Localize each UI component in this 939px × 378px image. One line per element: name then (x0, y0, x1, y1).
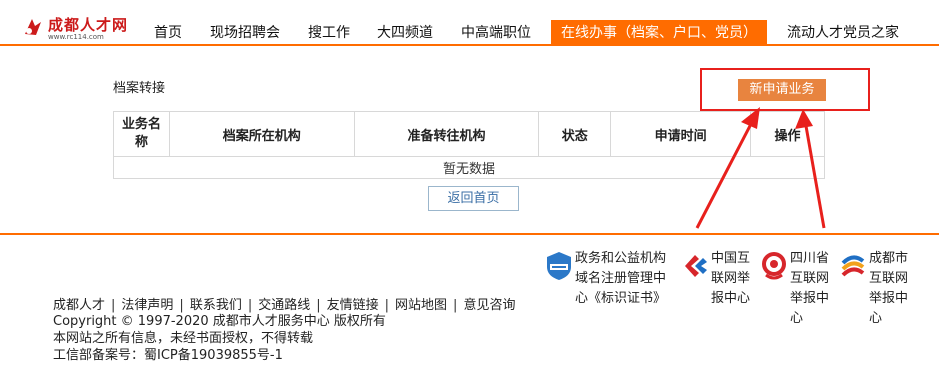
archive-transfer-table: 业务名 称 档案所在机构 准备转往机构 状态 申请时间 操作 暂无数据 (113, 111, 825, 179)
column-header-target-org: 准备转往机构 (353, 111, 540, 157)
chengdu-report-line2: 互联网 (869, 271, 909, 286)
footer-link-separator: | (316, 298, 321, 313)
empty-table-message: 暂无数据 (113, 156, 825, 179)
logo-name: 成都人才网 (48, 16, 129, 34)
china-report-line1: 中国互 (711, 251, 751, 266)
column-header-apply-time: 申请时间 (610, 111, 752, 157)
column-header-actions: 操作 (750, 111, 825, 157)
sichuan-report-line3: 举报中 (790, 291, 830, 306)
logo-url: www.rc114.com (48, 33, 104, 41)
footer-divider (0, 233, 939, 235)
new-application-button[interactable]: 新申请业务 (738, 79, 826, 101)
column-header-business-name-line2: 称 (134, 135, 148, 150)
sichuan-report-icon (762, 252, 786, 280)
footer-link-legal[interactable]: 法律声明 (121, 298, 173, 313)
sichuan-report-line4: 心 (790, 311, 804, 326)
logo-mark-icon (25, 19, 41, 35)
icp-record[interactable]: 工信部备案号：蜀ICP备19039855号-1 (53, 347, 386, 364)
footer-link-separator: | (453, 298, 458, 313)
sichuan-report-line1: 四川省 (790, 251, 830, 266)
copyright-text: Copyright © 1997-2020 成都市人才服务中心 版权所有 (53, 314, 386, 329)
footer-link-feedback[interactable]: 意见咨询 (463, 298, 515, 313)
footer-link-separator: | (384, 298, 390, 313)
table-row: 暂无数据 (113, 156, 825, 179)
china-report-icon (685, 255, 707, 277)
footer-links: 成都人才 | 法律声明 | 联系我们 | 交通路线 | 友情链接 | 网站地图 | 意见咨询 (53, 294, 515, 313)
footer-link-separator: | (179, 298, 184, 313)
nav-item-senior-channel[interactable]: 大四频道 (377, 20, 433, 46)
footer-link-separator: | (111, 298, 116, 313)
nav-item-online-services[interactable]: 在线办事（档案、户口、党员） (551, 20, 767, 46)
nav-item-search-jobs[interactable]: 搜工作 (308, 20, 350, 46)
nav-item-party-member-home[interactable]: 流动人才党员之家 (787, 20, 899, 46)
footer-link-friends[interactable]: 友情链接 (327, 298, 379, 313)
page-title: 档案转接 (113, 81, 166, 96)
sichuan-report-line2: 互联网 (790, 271, 830, 286)
gov-badge-line1: 政务和公益机构 (575, 251, 667, 266)
gov-badge-icon (547, 252, 571, 280)
footer-link-contact[interactable]: 联系我们 (190, 298, 242, 313)
column-header-status: 状态 (538, 111, 612, 157)
site-header: 成都人才网 www.rc114.com 首页 现场招聘会 搜工作 大四频道 中高… (0, 0, 939, 46)
nav-item-job-fair[interactable]: 现场招聘会 (210, 20, 280, 46)
chengdu-report-line4: 心 (869, 311, 883, 326)
back-to-home-button[interactable]: 返回首页 (428, 186, 519, 211)
china-report-line2: 联网举 (711, 271, 751, 286)
site-logo[interactable]: 成都人才网 www.rc114.com (22, 14, 132, 44)
reprint-notice: 本网站之所有信息，未经书面授权，不得转载 (53, 331, 314, 346)
table-header-row: 业务名 称 档案所在机构 准备转往机构 状态 申请时间 操作 (113, 111, 825, 157)
column-header-archive-org: 档案所在机构 (168, 111, 355, 157)
gov-badge-line3: 心《标识证书》 (575, 291, 667, 306)
column-header-business-name-line1: 业务名 (121, 117, 161, 132)
column-header-business-name: 业务名 称 (113, 111, 170, 157)
footer-link-directions[interactable]: 交通路线 (258, 298, 310, 313)
china-report-line3: 报中心 (711, 291, 751, 306)
nav-item-senior-positions[interactable]: 中高端职位 (461, 20, 531, 46)
footer-link-chengdu-talent[interactable]: 成都人才 (53, 298, 105, 313)
chengdu-report-line1: 成都市 (869, 251, 909, 266)
footer-link-separator: | (247, 298, 253, 313)
chengdu-report-icon (841, 255, 865, 277)
gov-badge-line2: 域名注册管理中 (575, 271, 667, 286)
chengdu-report-line3: 举报中 (869, 291, 909, 306)
footer-copyright-block: Copyright © 1997-2020 成都市人才服务中心 版权所有 本网站… (53, 313, 386, 364)
footer-link-sitemap[interactable]: 网站地图 (395, 298, 447, 313)
nav-item-home[interactable]: 首页 (154, 20, 182, 46)
